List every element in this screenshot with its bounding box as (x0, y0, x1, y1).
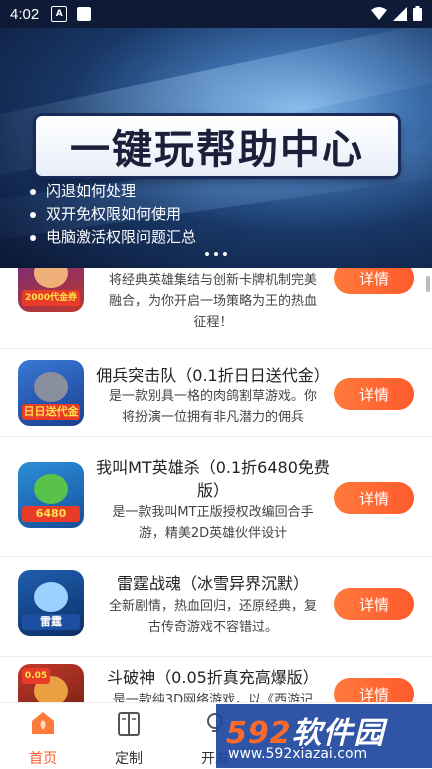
wifi-icon (371, 6, 387, 20)
banner-topic: 闪退如何处理 (30, 180, 196, 203)
game-badge: 0.05 (22, 668, 50, 684)
game-desc-line: 游，精美2D英雄伙伴设计 (138, 526, 288, 541)
game-desc: 将经典英雄集结与创新卡牌机制完美 融合，为你开启一场策略为王的热血 征程！ (102, 270, 324, 333)
status-indicators (371, 6, 422, 21)
game-desc-line: 是一款纯3D网络游戏，以《西游记 (112, 693, 314, 702)
game-desc-line: 融合，为你开启一场策略为王的热血 (108, 294, 317, 309)
help-center-banner[interactable]: 一键玩帮助中心 闪退如何处理 双开免权限如何使用 电脑激活权限问题汇总 (0, 28, 432, 268)
banner-topic-label: 闪退如何处理 (46, 182, 137, 200)
game-badge: 日日送代金 (22, 404, 80, 420)
detail-button[interactable]: 详情 (334, 678, 414, 702)
game-desc: 全新剧情，热血回归，还原经典，复 古传奇游戏不容错过。 (102, 596, 324, 638)
game-title: 我叫MT英雄杀（0.1折6480免费 版） (96, 456, 330, 502)
game-title-line: 版） (196, 481, 229, 500)
status-time: 4:02 (10, 5, 40, 23)
site-watermark: 592软件园 www.592xiazai.com (216, 704, 432, 768)
notification-square-icon (77, 7, 92, 21)
battery-icon (413, 6, 422, 21)
notification-a-icon: A (51, 6, 68, 22)
game-title: 斗破神（0.05折真充高爆版） (107, 668, 319, 687)
banner-topic: 电脑激活权限问题汇总 (30, 226, 196, 249)
game-desc: 是一款纯3D网络游戏，以《西游记 (102, 690, 324, 702)
tab-custom[interactable]: 定制 (86, 703, 172, 769)
game-title: 佣兵突击队（0.1折日日送代金） (96, 366, 330, 385)
banner-topic-label: 电脑激活权限问题汇总 (46, 228, 197, 246)
list-item[interactable]: 6480 我叫MT英雄杀（0.1折6480免费 版） 是一款我叫MT正版授权改编… (0, 436, 432, 557)
tab-label: 首页 (29, 751, 57, 767)
game-desc: 是一款我叫MT正版授权改编回合手 游，精美2D英雄伙伴设计 (102, 502, 324, 544)
game-art-icon (34, 582, 68, 612)
tab-home[interactable]: 首页 (0, 703, 86, 769)
banner-page-dots (205, 252, 227, 256)
game-desc-line: 将扮演一位拥有非凡潜力的佣兵 (121, 410, 304, 425)
banner-title: 一键玩帮助中心 (70, 127, 364, 173)
banner-title-box: 一键玩帮助中心 (36, 116, 398, 176)
list-item[interactable]: 雷霆 雷霆战魂（冰雪异界沉默） 全新剧情，热血回归，还原经典，复 古传奇游戏不容… (0, 556, 432, 657)
game-desc-line: 古传奇游戏不容错过。 (147, 620, 278, 635)
signal-icon (393, 6, 407, 21)
bullet-icon (30, 188, 36, 195)
list-item[interactable]: 0.05 斗破神（0.05折真充高爆版） 是一款纯3D网络游戏，以《西游记 详情 (0, 656, 432, 702)
game-desc-line: 是一款别具一格的肉鸽割草游戏。你 (108, 389, 317, 404)
game-icon: 2000代金券 (18, 268, 84, 312)
banner-topic: 双开免权限如何使用 (30, 203, 196, 226)
banner-topic-list: 闪退如何处理 双开免权限如何使用 电脑激活权限问题汇总 (30, 180, 196, 249)
detail-button[interactable]: 详情 (334, 268, 414, 294)
game-art-icon (34, 268, 68, 288)
game-icon: 0.05 (18, 664, 84, 702)
book-icon (118, 712, 140, 736)
watermark-url: www.592xiazai.com (228, 746, 368, 762)
game-badge: 6480 (22, 506, 80, 522)
bullet-icon (30, 234, 36, 241)
detail-button[interactable]: 详情 (334, 588, 414, 620)
game-desc: 是一款别具一格的肉鸽割草游戏。你 将扮演一位拥有非凡潜力的佣兵 (102, 386, 324, 428)
game-desc-line: 征程！ (193, 315, 233, 330)
game-badge: 雷霆 (22, 614, 80, 630)
game-title: 雷霆战魂（冰雪异界沉默） (116, 574, 309, 593)
status-bar: 4:02 A (0, 0, 432, 28)
game-desc-line: 是一款我叫MT正版授权改编回合手 (112, 505, 314, 520)
bullet-icon (30, 211, 36, 218)
game-icon: 6480 (18, 462, 84, 528)
game-badge: 2000代金券 (22, 290, 80, 306)
game-icon: 雷霆 (18, 570, 84, 636)
game-list[interactable]: 2000代金券 将经典英雄集结与创新卡牌机制完美 融合，为你开启一场策略为王的热… (0, 268, 432, 702)
banner-topic-label: 双开免权限如何使用 (46, 205, 182, 223)
list-item[interactable]: 2000代金券 将经典英雄集结与创新卡牌机制完美 融合，为你开启一场策略为王的热… (0, 268, 432, 349)
list-item[interactable]: 日日送代金 佣兵突击队（0.1折日日送代金） 是一款别具一格的肉鸽割草游戏。你 … (0, 348, 432, 437)
home-icon (32, 712, 54, 734)
game-art-icon (34, 474, 68, 504)
tab-label: 定制 (115, 751, 143, 767)
game-desc-line: 将经典英雄集结与创新卡牌机制完美 (108, 273, 317, 288)
game-icon: 日日送代金 (18, 360, 84, 426)
game-title-line: 我叫MT英雄杀（0.1折6480免费 (96, 458, 330, 477)
detail-button[interactable]: 详情 (334, 482, 414, 514)
game-desc-line: 全新剧情，热血回归，还原经典，复 (108, 599, 317, 614)
detail-button[interactable]: 详情 (334, 378, 414, 410)
game-art-icon (34, 372, 68, 402)
